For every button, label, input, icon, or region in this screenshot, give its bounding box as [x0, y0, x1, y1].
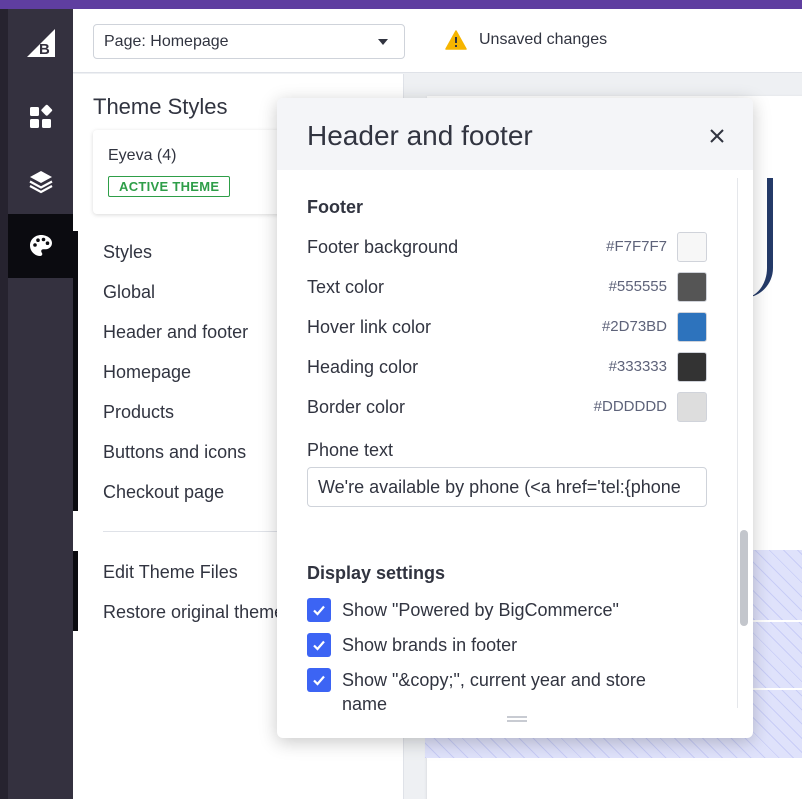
checkmark-icon	[313, 675, 325, 686]
color-swatch[interactable]	[677, 352, 707, 382]
editor-toolbar: Page: Homepage Unsaved changes	[73, 9, 802, 73]
sidebar-item-checkout[interactable]: Checkout page	[103, 482, 224, 503]
edit-theme-files-link[interactable]: Edit Theme Files	[103, 562, 238, 583]
dashboard-icon	[29, 104, 52, 128]
svg-text:B: B	[39, 41, 50, 58]
nav-channels-button[interactable]	[8, 149, 73, 213]
checkbox[interactable]	[307, 668, 331, 692]
dialog-title: Header and footer	[307, 120, 533, 151]
phone-text-input[interactable]	[307, 467, 707, 507]
panel-title: Theme Styles	[93, 94, 228, 119]
unsaved-status: Unsaved changes	[445, 30, 607, 50]
left-navigation: B	[0, 9, 73, 799]
color-swatch[interactable]	[677, 392, 707, 422]
sidebar-item-products[interactable]: Products	[103, 402, 174, 423]
checkbox-label: Show brands in footer	[342, 635, 518, 655]
color-hex: #F7F7F7	[606, 238, 667, 255]
unsaved-label: Unsaved changes	[479, 31, 608, 48]
page-select[interactable]: Page: Homepage	[93, 24, 405, 59]
dialog-scrollbar[interactable]	[740, 530, 748, 626]
layers-icon	[28, 171, 53, 194]
color-label: Heading color	[307, 357, 419, 377]
color-row-footer-background[interactable]: Footer background #F7F7F7	[307, 232, 707, 262]
theme-name: Eyeva (4)	[108, 147, 177, 164]
palette-icon	[29, 235, 52, 256]
checkbox[interactable]	[307, 633, 331, 657]
color-swatch[interactable]	[677, 312, 707, 342]
page-select-value: Page: Homepage	[104, 32, 229, 50]
color-label: Text color	[307, 277, 385, 297]
color-row-border-color[interactable]: Border color #DDDDDD	[307, 392, 707, 422]
header-footer-dialog: Header and footer Footer Footer backgrou…	[277, 98, 753, 738]
display-settings-title: Display settings	[307, 563, 446, 583]
color-hex: #2D73BD	[601, 318, 667, 335]
checkmark-icon	[313, 640, 325, 651]
warning-icon	[445, 30, 467, 50]
color-label: Hover link color	[307, 317, 432, 337]
nav-storefront-button[interactable]	[8, 214, 73, 278]
top-accent-bar	[0, 0, 802, 9]
panel-edge-accent	[73, 231, 78, 511]
nav-edge-strip	[0, 9, 8, 799]
active-theme-badge: ACTIVE THEME	[108, 176, 231, 197]
checkbox-powered-by[interactable]: Show "Powered by BigCommerce"	[307, 598, 672, 622]
chevron-down-icon	[378, 39, 388, 45]
color-row-heading-color[interactable]: Heading color #333333	[307, 352, 707, 382]
sidebar-item-buttons-icons[interactable]: Buttons and icons	[103, 442, 246, 463]
footer-section-title: Footer	[307, 197, 363, 217]
color-label: Border color	[307, 397, 406, 417]
sidebar-item-global[interactable]: Global	[103, 282, 155, 303]
scroll-track-border	[737, 178, 738, 708]
color-row-text-color[interactable]: Text color #555555	[307, 272, 707, 302]
color-hex: #333333	[608, 358, 667, 375]
checkbox-label: Show "&copy;", current year and store na…	[342, 670, 646, 714]
drag-handle-icon[interactable]	[507, 716, 527, 722]
color-hex: #DDDDDD	[593, 398, 667, 415]
checkbox-label: Show "Powered by BigCommerce"	[342, 600, 619, 620]
sidebar-item-homepage[interactable]: Homepage	[103, 362, 191, 383]
color-swatch[interactable]	[677, 272, 707, 302]
restore-theme-link[interactable]: Restore original theme	[103, 602, 284, 623]
close-icon[interactable]	[705, 124, 729, 148]
color-hex: #555555	[608, 278, 667, 295]
nav-dashboard-button[interactable]	[8, 85, 73, 149]
sidebar-item-styles[interactable]: Styles	[103, 242, 152, 263]
sidebar-item-header-footer[interactable]: Header and footer	[103, 322, 248, 343]
checkbox[interactable]	[307, 598, 331, 622]
bigcommerce-logo-icon[interactable]: B	[25, 27, 57, 59]
panel-edge-accent	[73, 551, 78, 631]
color-row-hover-link[interactable]: Hover link color #2D73BD	[307, 312, 707, 342]
phone-text-label: Phone text	[307, 440, 394, 460]
checkmark-icon	[313, 605, 325, 616]
checkbox-copyright[interactable]: Show "&copy;", current year and store na…	[307, 668, 672, 716]
checkbox-brands-footer[interactable]: Show brands in footer	[307, 633, 672, 657]
color-swatch[interactable]	[677, 232, 707, 262]
dialog-header: Header and footer	[277, 98, 753, 170]
color-label: Footer background	[307, 237, 459, 257]
